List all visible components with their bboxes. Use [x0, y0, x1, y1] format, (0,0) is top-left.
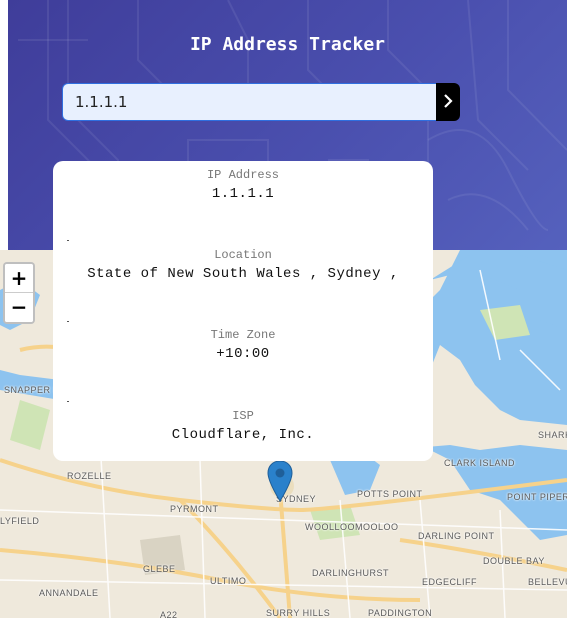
- divider-dot: [67, 321, 69, 322]
- search-submit-button[interactable]: [436, 83, 460, 121]
- map-label: ROZELLE: [67, 471, 112, 481]
- map-label: GLEBE: [143, 564, 176, 574]
- isp-value: Cloudflare, Inc.: [171, 427, 315, 443]
- location-value: State of New South Wales , Sydney ,: [87, 266, 399, 282]
- ip-search-input[interactable]: [62, 83, 436, 121]
- location-label: Location: [214, 248, 272, 262]
- isp-section: ISP Cloudflare, Inc.: [53, 409, 433, 443]
- map-label: DOUBLE BAY: [483, 556, 545, 566]
- page: IP Address Tracker 1.1.1.1 SNAPPER H ROZ…: [0, 0, 567, 618]
- map-label: DARLINGHURST: [312, 568, 390, 578]
- ip-address-section: IP Address 1.1.1.1: [53, 168, 433, 202]
- map-pin-icon: [267, 460, 293, 506]
- zoom-in-button[interactable]: +: [5, 264, 33, 293]
- map-label: A22: [160, 610, 178, 618]
- ip-address-value: 1.1.1.1: [211, 186, 275, 202]
- map-label: ULTIMO: [210, 576, 247, 586]
- map-label: DARLING POINT: [418, 531, 495, 541]
- page-title: IP Address Tracker: [189, 34, 386, 55]
- map-label: LYFIELD: [0, 516, 40, 526]
- map-label: SURRY HILLS: [266, 608, 331, 618]
- chevron-right-icon: [443, 93, 453, 111]
- location-section: Location State of New South Wales , Sydn…: [53, 248, 433, 282]
- isp-label: ISP: [232, 409, 254, 423]
- location-marker[interactable]: [267, 460, 293, 502]
- divider-dot: [67, 240, 69, 241]
- search-bar: [62, 83, 460, 121]
- map-label: PYRMONT: [170, 504, 219, 514]
- map-label: POTTS POINT: [357, 489, 423, 499]
- timezone-section: Time Zone +10:00: [53, 328, 433, 362]
- map-label: SHARK: [538, 430, 567, 440]
- map-label: POINT PIPER: [507, 492, 567, 502]
- ip-info-card: IP Address 1.1.1.1 Location State of New…: [53, 161, 433, 461]
- timezone-label: Time Zone: [210, 328, 276, 342]
- map-label: ANNANDALE: [39, 588, 99, 598]
- divider-dot: [67, 401, 69, 402]
- timezone-value: +10:00: [216, 346, 270, 362]
- map-label: PADDINGTON: [368, 608, 433, 618]
- map-label: EDGECLIFF: [422, 577, 478, 587]
- ip-address-label: IP Address: [206, 168, 279, 182]
- map-label: BELLEVU: [528, 577, 567, 587]
- map-label: CLARK ISLAND: [444, 458, 516, 468]
- left-margin: [0, 0, 8, 250]
- map-label: WOOLLOOMOOLOO: [305, 522, 399, 532]
- zoom-control: + −: [3, 262, 35, 324]
- zoom-out-button[interactable]: −: [5, 293, 33, 322]
